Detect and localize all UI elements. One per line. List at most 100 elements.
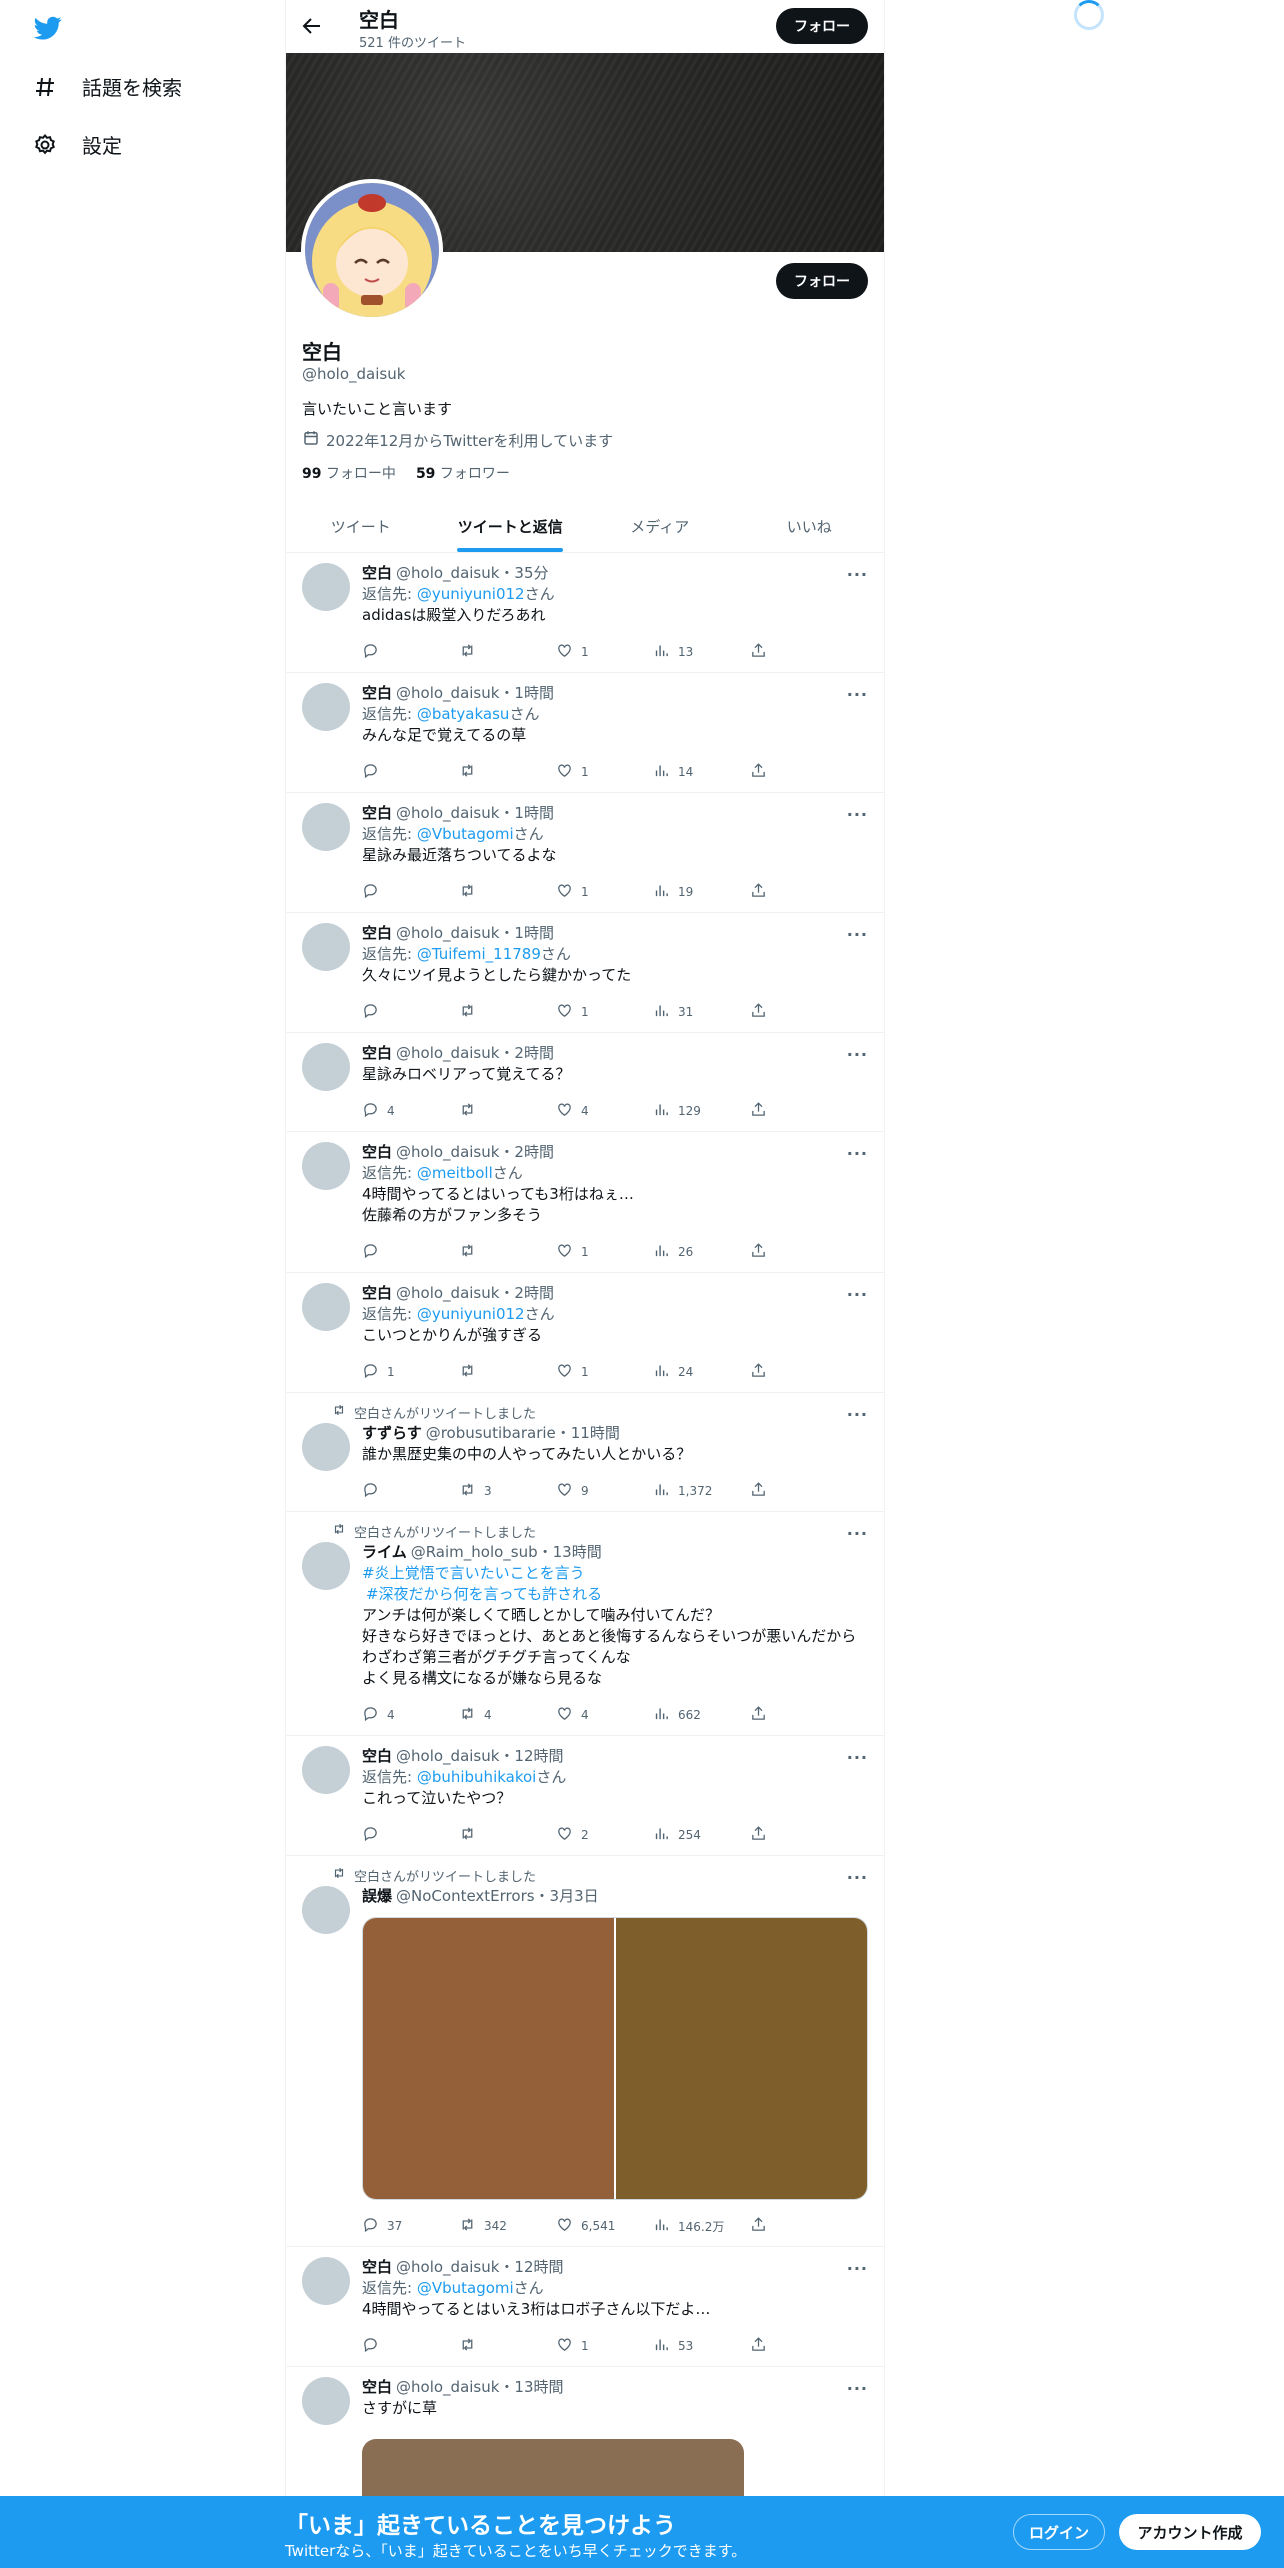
- more-options-icon[interactable]: ···: [847, 1045, 868, 1064]
- more-options-icon[interactable]: ···: [847, 1748, 868, 1767]
- reply-to-link[interactable]: @batyakasu: [417, 705, 510, 723]
- share-button[interactable]: [750, 1825, 847, 1845]
- avatar[interactable]: [302, 683, 350, 731]
- tweet-author-name[interactable]: 空白: [362, 1143, 392, 1161]
- tweet-author-name[interactable]: すずらす: [362, 1424, 422, 1442]
- followers-link[interactable]: 59 フォロワー: [416, 463, 510, 483]
- retweet-button[interactable]: [459, 1101, 556, 1121]
- more-options-icon[interactable]: ···: [847, 1405, 868, 1424]
- tweet-author-name[interactable]: 空白: [362, 2378, 392, 2396]
- reply-button[interactable]: [362, 1002, 459, 1022]
- avatar[interactable]: [302, 1043, 350, 1091]
- more-options-icon[interactable]: ···: [847, 685, 868, 704]
- reply-to-link[interactable]: @yuniyuni012: [417, 585, 525, 603]
- tweet[interactable]: 空白さんがリツイートしました ··· ライム @Raim_holo_sub・13時間 #…: [286, 1512, 884, 1736]
- like-button[interactable]: 1: [556, 1362, 653, 1382]
- reply-to-link[interactable]: @Vbutagomi: [417, 2279, 514, 2297]
- retweet-button[interactable]: [459, 2336, 556, 2356]
- views-button[interactable]: 24: [653, 1362, 750, 1382]
- tweet-author-name[interactable]: 空白: [362, 1044, 392, 1062]
- like-button[interactable]: 1: [556, 882, 653, 902]
- tweet[interactable]: ··· 空白 @holo_daisuk・12時間 返信先: @Vbutagomiさん 4…: [286, 2247, 884, 2367]
- like-button[interactable]: 9: [556, 1481, 653, 1501]
- share-button[interactable]: [750, 1242, 847, 1262]
- header-follow-button[interactable]: フォロー: [776, 8, 868, 44]
- following-link[interactable]: 99 フォロー中: [302, 463, 396, 483]
- tweet-author-name[interactable]: 空白: [362, 564, 392, 582]
- reply-to-link[interactable]: @Vbutagomi: [417, 825, 514, 843]
- views-button[interactable]: 19: [653, 882, 750, 902]
- tweet-author-name[interactable]: ライム: [362, 1543, 407, 1561]
- like-button[interactable]: 4: [556, 1101, 653, 1121]
- views-button[interactable]: 53: [653, 2336, 750, 2356]
- reply-to-link[interactable]: @meitboll: [417, 1164, 493, 1182]
- tweet[interactable]: ··· 空白 @holo_daisuk・12時間 返信先: @buhibuhikako…: [286, 1736, 884, 1856]
- like-button[interactable]: 1: [556, 1002, 653, 1022]
- more-options-icon[interactable]: ···: [847, 805, 868, 824]
- like-button[interactable]: 6,541: [556, 2216, 653, 2236]
- share-button[interactable]: [750, 1362, 847, 1382]
- tweet[interactable]: ··· 空白 @holo_daisuk・1時間 返信先: @Vbutagomiさん 星詠…: [286, 793, 884, 913]
- views-button[interactable]: 662: [653, 1705, 750, 1725]
- tweet-media[interactable]: [362, 1917, 868, 2200]
- more-options-icon[interactable]: ···: [847, 925, 868, 944]
- avatar[interactable]: [302, 1886, 350, 1934]
- more-options-icon[interactable]: ···: [847, 1868, 868, 1887]
- views-button[interactable]: 31: [653, 1002, 750, 1022]
- tweet[interactable]: ··· 空白 @holo_daisuk・1時間 返信先: @Tuifemi_11789…: [286, 913, 884, 1033]
- back-arrow-icon[interactable]: [300, 14, 324, 38]
- avatar[interactable]: [302, 1542, 350, 1590]
- share-button[interactable]: [750, 2336, 847, 2356]
- reply-to-link[interactable]: @yuniyuni012: [417, 1305, 525, 1323]
- nav-settings[interactable]: 設定: [32, 130, 122, 159]
- share-button[interactable]: [750, 1002, 847, 1022]
- more-options-icon[interactable]: ···: [847, 565, 868, 584]
- retweet-button[interactable]: [459, 1825, 556, 1845]
- more-options-icon[interactable]: ···: [847, 2379, 868, 2398]
- retweet-button[interactable]: [459, 642, 556, 662]
- avatar[interactable]: [302, 2377, 350, 2425]
- views-button[interactable]: 254: [653, 1825, 750, 1845]
- avatar[interactable]: [302, 803, 350, 851]
- nav-explore[interactable]: 話題を検索: [32, 72, 182, 101]
- retweet-button[interactable]: [459, 762, 556, 782]
- avatar[interactable]: [302, 1142, 350, 1190]
- like-button[interactable]: 2: [556, 1825, 653, 1845]
- profile-follow-button[interactable]: フォロー: [776, 263, 868, 299]
- tweet[interactable]: ··· 空白 @holo_daisuk・2時間 返信先: @meitbollさん 4時間…: [286, 1132, 884, 1273]
- tab-tweets-and-replies[interactable]: ツイートと返信: [436, 500, 586, 552]
- reply-button[interactable]: [362, 1825, 459, 1845]
- tweet[interactable]: ··· 空白 @holo_daisuk・2時間 星詠みロベリアって覚えてる？ 4 4 129: [286, 1033, 884, 1132]
- media-image[interactable]: [363, 1918, 614, 2199]
- share-button[interactable]: [750, 1481, 847, 1501]
- more-options-icon[interactable]: ···: [847, 1524, 868, 1543]
- share-button[interactable]: [750, 1101, 847, 1121]
- retweet-button[interactable]: [459, 1002, 556, 1022]
- reply-to-link[interactable]: @Tuifemi_11789: [417, 945, 541, 963]
- views-button[interactable]: 26: [653, 1242, 750, 1262]
- tweet[interactable]: ··· 空白 @holo_daisuk・2時間 返信先: @yuniyuni012さん…: [286, 1273, 884, 1393]
- retweet-button[interactable]: [459, 882, 556, 902]
- views-button[interactable]: 129: [653, 1101, 750, 1121]
- views-button[interactable]: 13: [653, 642, 750, 662]
- more-options-icon[interactable]: ···: [847, 1285, 868, 1304]
- tweet[interactable]: ··· 空白 @holo_daisuk・1時間 返信先: @batyakasuさん みん…: [286, 673, 884, 793]
- tweet-author-name[interactable]: 空白: [362, 684, 392, 702]
- like-button[interactable]: 1: [556, 762, 653, 782]
- reply-button[interactable]: [362, 1242, 459, 1262]
- avatar[interactable]: [302, 1283, 350, 1331]
- reply-button[interactable]: [362, 2336, 459, 2356]
- tweet-author-name[interactable]: 空白: [362, 1284, 392, 1302]
- reply-button[interactable]: 37: [362, 2216, 459, 2236]
- tab-likes[interactable]: いいね: [735, 500, 885, 552]
- avatar[interactable]: [302, 2257, 350, 2305]
- retweet-button[interactable]: 342: [459, 2216, 556, 2236]
- like-button[interactable]: 4: [556, 1705, 653, 1725]
- views-button[interactable]: 1,372: [653, 1481, 750, 1501]
- reply-button[interactable]: [362, 1481, 459, 1501]
- share-button[interactable]: [750, 2216, 847, 2236]
- views-button[interactable]: 146.2万: [653, 2216, 750, 2236]
- reply-to-link[interactable]: @buhibuhikakoi: [417, 1768, 537, 1786]
- avatar[interactable]: [302, 1423, 350, 1471]
- retweet-button[interactable]: 4: [459, 1705, 556, 1725]
